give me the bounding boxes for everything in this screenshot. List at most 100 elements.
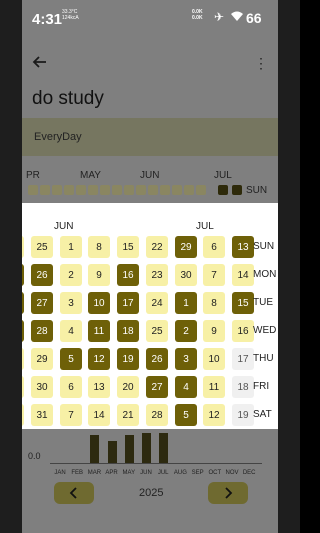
day-cell[interactable]: 12: [203, 404, 225, 426]
behind-month: JUN: [140, 170, 160, 181]
day-cell[interactable]: 8: [203, 292, 225, 314]
day-cell[interactable]: 29: [175, 236, 197, 258]
day-cell[interactable]: 25: [31, 236, 53, 258]
day-cell[interactable]: 9: [203, 320, 225, 342]
month-bar: [142, 433, 151, 463]
mini-heat-cell: [172, 185, 182, 195]
status-temp: 33.3°C 124kcA: [62, 9, 79, 21]
left-edge: [0, 0, 22, 533]
month-tick-label: APR: [105, 470, 118, 476]
arrow-left-icon[interactable]: [32, 54, 50, 72]
month-tick-label: MAY: [122, 470, 136, 476]
month-tick-label: DEC: [242, 470, 256, 476]
day-cell[interactable]: 16: [117, 264, 139, 286]
mini-heat-cell: [88, 185, 98, 195]
day-cell[interactable]: 25: [146, 320, 168, 342]
mini-heat-cell: [184, 185, 194, 195]
day-cell[interactable]: 26: [31, 264, 53, 286]
next-year-button[interactable]: [208, 482, 248, 504]
day-cell[interactable]: 13: [232, 236, 254, 258]
day-cell[interactable]: 15: [232, 292, 254, 314]
wifi-icon: [230, 10, 244, 25]
day-cell[interactable]: 7: [60, 404, 82, 426]
day-cell[interactable]: 2: [175, 320, 197, 342]
day-cell[interactable]: 6: [60, 376, 82, 398]
day-cell[interactable]: 2: [60, 264, 82, 286]
day-cell[interactable]: 10: [88, 292, 110, 314]
day-cell[interactable]: [22, 376, 24, 398]
day-cell[interactable]: 3: [60, 292, 82, 314]
monthly-chart: 0.0 2025 JAN FEB MAR APR MAY JUN JUL AUG SEP OCT N…: [22, 429, 278, 533]
day-cell[interactable]: 7: [203, 264, 225, 286]
day-cell[interactable]: 4: [175, 376, 197, 398]
month-tick-label: AUG: [173, 470, 187, 476]
day-cell[interactable]: 9: [88, 264, 110, 286]
month-tick-label: JUN: [140, 470, 152, 476]
month-tick-label: JAN: [54, 470, 66, 476]
day-cell[interactable]: 27: [31, 292, 53, 314]
day-cell[interactable]: 29: [31, 348, 53, 370]
day-cell[interactable]: 28: [146, 404, 168, 426]
day-cell[interactable]: [22, 292, 24, 314]
day-cell[interactable]: 28: [31, 320, 53, 342]
day-cell[interactable]: 30: [175, 264, 197, 286]
month-tick-label: JUL: [157, 470, 169, 476]
y-axis-label: 0.0: [28, 451, 41, 461]
day-cell[interactable]: 21: [117, 404, 139, 426]
x-axis-line: [50, 463, 262, 464]
day-cell[interactable]: 17: [117, 292, 139, 314]
day-cell[interactable]: 26: [146, 348, 168, 370]
weekday-label: THU: [253, 353, 274, 364]
day-cell[interactable]: 27: [146, 376, 168, 398]
day-cell[interactable]: 18: [232, 376, 254, 398]
day-cell[interactable]: 5: [60, 348, 82, 370]
mini-heat-cell: [136, 185, 146, 195]
month-bar: [159, 433, 169, 463]
battery-level: 66: [246, 10, 262, 26]
day-cell[interactable]: 1: [60, 236, 82, 258]
more-vert-icon[interactable]: ⋮: [254, 54, 268, 72]
day-cell[interactable]: 19: [117, 348, 139, 370]
day-cell[interactable]: 8: [88, 236, 110, 258]
mini-heat-cell: [124, 185, 134, 195]
day-cell[interactable]: 16: [232, 320, 254, 342]
app-bar: ⋮: [22, 48, 278, 80]
prev-year-button[interactable]: [54, 482, 94, 504]
day-cell[interactable]: 5: [175, 404, 197, 426]
day-cell[interactable]: 4: [60, 320, 82, 342]
mini-heat-cell: [232, 185, 242, 195]
day-cell[interactable]: 17: [232, 348, 254, 370]
day-cell[interactable]: [22, 348, 24, 370]
day-cell[interactable]: 31: [31, 404, 53, 426]
day-cell[interactable]: 11: [88, 320, 110, 342]
mini-heat-cell: [148, 185, 158, 195]
network-speed: 0.0K 0.0K: [192, 9, 203, 21]
day-cell[interactable]: 14: [88, 404, 110, 426]
day-cell[interactable]: 23: [146, 264, 168, 286]
day-cell[interactable]: 20: [117, 376, 139, 398]
day-cell[interactable]: 18: [117, 320, 139, 342]
day-cell[interactable]: 24: [146, 292, 168, 314]
day-cell[interactable]: 6: [203, 236, 225, 258]
mini-heat-cell: [64, 185, 74, 195]
day-cell[interactable]: 12: [88, 348, 110, 370]
day-cell[interactable]: 30: [31, 376, 53, 398]
heatmap-popup[interactable]: JUN JUL 25 26 27 28 29 30 31 1 2 3 4 5 6 7 8 9 10 11 12 13 1…: [22, 203, 278, 429]
day-cell[interactable]: 22: [146, 236, 168, 258]
day-cell[interactable]: [22, 404, 24, 426]
behind-heatmap-row: [22, 185, 278, 197]
frequency-card[interactable]: EveryDay: [22, 118, 278, 156]
day-cell[interactable]: [22, 236, 24, 258]
day-cell[interactable]: 10: [203, 348, 225, 370]
day-cell[interactable]: [22, 264, 24, 286]
behind-month-row: PR MAY JUN JUL: [22, 170, 278, 184]
day-cell[interactable]: [22, 320, 24, 342]
day-cell[interactable]: 14: [232, 264, 254, 286]
month-label: JUL: [196, 221, 214, 232]
day-cell[interactable]: 19: [232, 404, 254, 426]
day-cell[interactable]: 13: [88, 376, 110, 398]
day-cell[interactable]: 3: [175, 348, 197, 370]
day-cell[interactable]: 15: [117, 236, 139, 258]
day-cell[interactable]: 11: [203, 376, 225, 398]
day-cell[interactable]: 1: [175, 292, 197, 314]
